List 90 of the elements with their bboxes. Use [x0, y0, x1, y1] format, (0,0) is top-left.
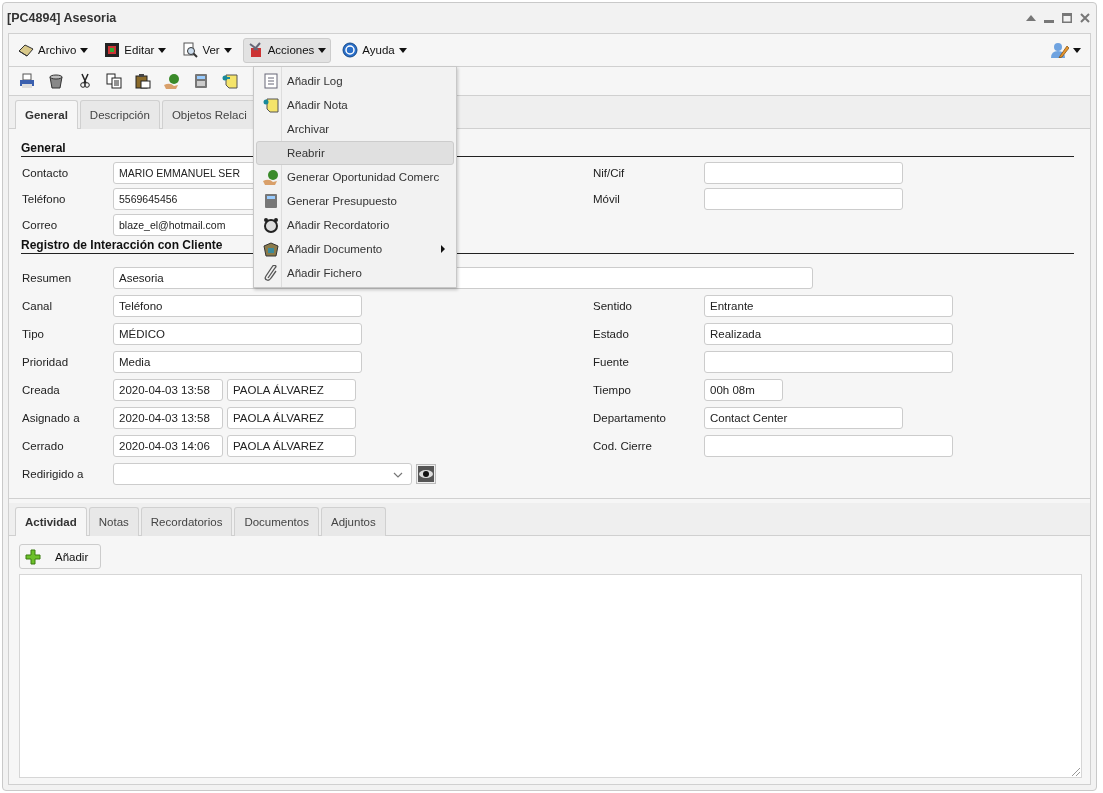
tab[interactable]: Descripción: [79, 100, 160, 129]
magnifier-icon: [182, 42, 199, 58]
input-field[interactable]: PAOLA ÁLVAREZ: [227, 379, 356, 401]
menu-button[interactable]: Acciones: [242, 37, 332, 63]
box-icon: [263, 241, 279, 257]
calculator-icon[interactable]: [193, 73, 209, 89]
caret-icon: [158, 47, 167, 53]
menu-item[interactable]: Añadir Nota: [256, 93, 455, 117]
paste-icon[interactable]: [135, 73, 151, 89]
field-label: Redirigido a: [22, 468, 85, 480]
tab[interactable]: Recordatorios: [140, 507, 233, 536]
note-icon: [263, 97, 279, 113]
field-label: Departamento: [593, 412, 667, 424]
collapse-icon[interactable]: [1026, 15, 1036, 21]
field-label: Creada: [22, 384, 61, 396]
input-field[interactable]: MÉDICO: [113, 323, 362, 345]
field-label: Nif/Cif: [593, 167, 626, 179]
picture-frame-icon: [104, 42, 121, 58]
input-field[interactable]: Contact Center: [704, 407, 903, 429]
field-label: Cerrado: [22, 440, 65, 452]
caret-icon: [1073, 47, 1081, 53]
input-field[interactable]: [704, 435, 953, 457]
field-label: Tiempo: [593, 384, 632, 396]
money-icon: [263, 169, 279, 185]
input-field[interactable]: [704, 162, 903, 184]
caret-icon: [318, 47, 327, 53]
menu-button[interactable]: Ver: [177, 37, 237, 63]
menu-item[interactable]: Reabrir: [256, 141, 455, 165]
copy-icon[interactable]: [106, 73, 122, 89]
add-button[interactable]: Añadir: [19, 544, 102, 569]
input-field[interactable]: Media: [113, 351, 362, 373]
window-title: [PC4894] Asesoria: [7, 11, 117, 25]
tab[interactable]: Notas: [88, 507, 139, 536]
tools-icon: [247, 42, 264, 58]
menu-button[interactable]: Archivo: [13, 37, 94, 63]
maximize-icon[interactable]: [1062, 13, 1072, 23]
trash-icon[interactable]: [48, 73, 64, 89]
calculator-icon: [264, 193, 278, 209]
input-field[interactable]: 2020-04-03 14:06: [113, 435, 223, 457]
field-label: Contacto: [22, 167, 70, 179]
user-pencil-icon: [1051, 42, 1069, 58]
print-icon[interactable]: [19, 73, 35, 89]
input-field[interactable]: 2020-04-03 13:58: [113, 379, 223, 401]
cut-icon[interactable]: [77, 73, 93, 89]
field-label: Resumen: [22, 272, 73, 284]
field-label: Sentido: [593, 300, 633, 312]
input-field[interactable]: 00h 08m: [704, 379, 783, 401]
notepad-icon: [264, 73, 278, 89]
input-field[interactable]: PAOLA ÁLVAREZ: [227, 407, 356, 429]
tab[interactable]: General: [15, 100, 78, 129]
caret-icon: [398, 47, 407, 53]
caret-icon: [80, 47, 89, 53]
chevron-icon: [393, 472, 403, 478]
field-label: Fuente: [593, 356, 630, 368]
field-label: Móvil: [593, 193, 621, 205]
menu-item[interactable]: Archivar: [256, 117, 455, 141]
close-icon[interactable]: [1080, 13, 1090, 23]
tab[interactable]: Documentos: [234, 507, 319, 536]
input-field[interactable]: PAOLA ÁLVAREZ: [227, 435, 356, 457]
field-label: Canal: [22, 300, 54, 312]
note-icon[interactable]: [222, 73, 238, 89]
input-field[interactable]: 2020-04-03 13:58: [113, 407, 223, 429]
alarm-clock-icon: [263, 217, 279, 233]
money-icon[interactable]: [164, 73, 180, 89]
dropdown-field[interactable]: [113, 463, 412, 485]
menu-button[interactable]: Ayuda: [337, 37, 412, 63]
tab[interactable]: Adjuntos: [320, 507, 386, 536]
help-icon: [342, 42, 359, 58]
input-field[interactable]: [704, 188, 903, 210]
field-label: Tipo: [22, 328, 45, 340]
menu-item[interactable]: Añadir Log: [256, 69, 455, 93]
resize-grip-icon[interactable]: [1072, 768, 1080, 776]
field-label: Cod. Cierre: [593, 440, 653, 452]
box-icon: [18, 42, 34, 58]
field-label: Estado: [593, 328, 630, 340]
field-label: Correo: [22, 219, 59, 231]
paperclip-icon: [264, 265, 278, 281]
input-field[interactable]: Entrante: [704, 295, 953, 317]
eye-icon: [418, 466, 434, 482]
field-label: Prioridad: [22, 356, 70, 368]
input-field[interactable]: Realizada: [704, 323, 953, 345]
caret-icon: [223, 47, 232, 53]
menu-button[interactable]: Editar: [99, 37, 172, 63]
view-button[interactable]: [416, 464, 436, 484]
tab[interactable]: Actividad: [15, 507, 87, 536]
input-field[interactable]: Teléfono: [113, 295, 362, 317]
plus-icon: [25, 548, 41, 565]
field-label: Asignado a: [22, 412, 81, 424]
input-field[interactable]: [704, 351, 953, 373]
field-label: Teléfono: [22, 193, 67, 205]
